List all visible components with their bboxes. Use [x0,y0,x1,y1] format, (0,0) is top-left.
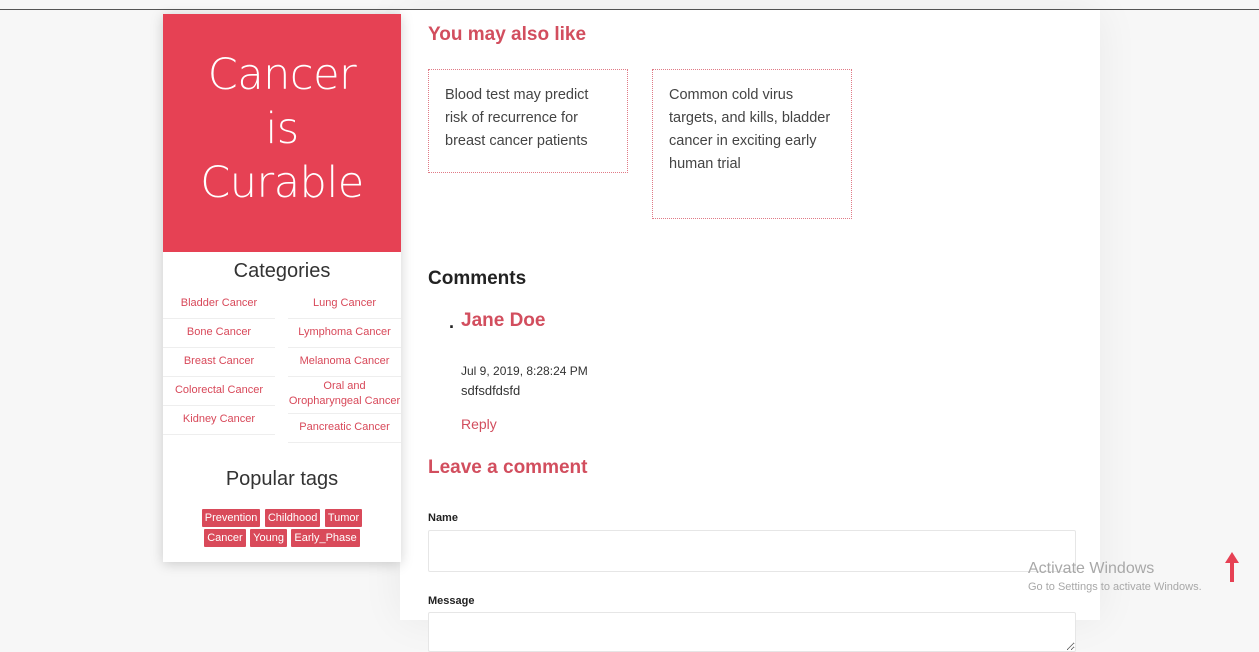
hero-line-2: is [265,104,299,154]
name-label: Name [428,512,458,524]
related-article-card[interactable]: Blood test may predict risk of recurrenc… [428,69,628,173]
arrow-up-icon[interactable] [1222,550,1242,584]
hero-line-1: Cancer [207,50,357,100]
category-link[interactable]: Melanoma Cancer [288,348,401,377]
name-input[interactable] [428,530,1076,572]
comment-date: Jul 9, 2019, 8:28:24 PM [461,364,588,378]
category-link[interactable]: Pancreatic Cancer [288,414,401,443]
tag-link[interactable]: Early_Phase [291,529,360,547]
category-link[interactable]: Lymphoma Cancer [288,319,401,348]
categories-column-left: Bladder Cancer Bone Cancer Breast Cancer… [163,290,275,435]
tag-link[interactable]: Cancer [204,529,246,547]
hero-banner: Cancer is Curable [163,14,401,252]
message-textarea[interactable] [428,612,1076,652]
category-link[interactable]: Kidney Cancer [163,406,275,435]
comment-author: Jane Doe [461,310,546,331]
watermark-subtitle: Go to Settings to activate Windows. [1028,581,1202,593]
categories-title: Categories [233,260,331,282]
windows-activation-watermark: Activate Windows Go to Settings to activ… [1028,560,1202,593]
category-link[interactable]: Oral and Oropharyngeal Cancer [288,377,401,414]
tag-link[interactable]: Prevention [201,509,261,527]
comment-body: sdfsdfdsfd [461,383,521,398]
sidebar: Cancer is Curable Categories Bladder Can… [163,14,401,562]
comment-bullet: . [449,312,455,332]
popular-tags-title: Popular tags [225,468,339,490]
tag-link[interactable]: Childhood [264,509,321,527]
related-title: You may also like [428,24,587,45]
categories-column-right: Lung Cancer Lymphoma Cancer Melanoma Can… [288,290,401,443]
category-link[interactable]: Breast Cancer [163,348,275,377]
popular-tags: Prevention Childhood Tumor Cancer Young … [183,508,381,548]
watermark-title: Activate Windows [1028,560,1155,577]
category-link[interactable]: Bone Cancer [163,319,275,348]
category-link[interactable]: Colorectal Cancer [163,377,275,406]
hero-line-3: Curable [200,158,364,208]
leave-comment-title: Leave a comment [428,457,588,478]
message-label: Message [428,595,475,607]
related-article-card[interactable]: Common cold virus targets, and kills, bl… [652,69,852,219]
category-link[interactable]: Lung Cancer [288,290,401,319]
tag-link[interactable]: Tumor [324,509,363,527]
reply-link[interactable]: Reply [461,416,497,432]
category-link[interactable]: Bladder Cancer [163,290,275,319]
tag-link[interactable]: Young [250,529,287,547]
comments-title: Comments [428,268,527,289]
